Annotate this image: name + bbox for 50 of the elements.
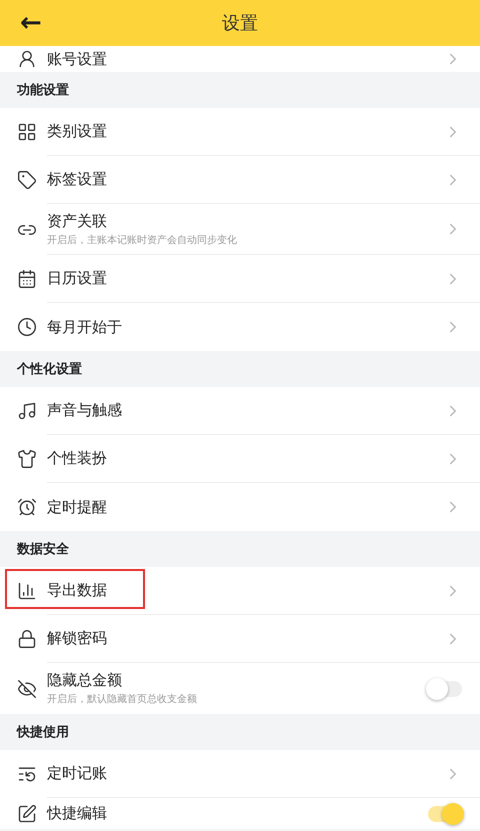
settings-row[interactable]: 隐藏总金额 开启后，默认隐藏首页总收支金额 xyxy=(0,663,480,714)
calendar-icon xyxy=(17,269,37,289)
settings-row[interactable]: 定时记账 xyxy=(0,750,480,798)
row-label: 账号设置 xyxy=(47,50,108,68)
row-label: 定时记账 xyxy=(47,764,108,783)
edit-icon xyxy=(17,804,37,824)
settings-row[interactable]: 个性装扮 xyxy=(0,435,480,483)
toggle-switch[interactable] xyxy=(428,806,462,822)
row-label: 快捷编辑 xyxy=(47,804,108,823)
row-label: 每月开始于 xyxy=(47,318,123,336)
settings-row[interactable]: 账号设置 xyxy=(0,46,480,72)
lock-icon xyxy=(17,629,37,649)
settings-row[interactable]: 导出数据 xyxy=(0,567,480,615)
row-description: 开启后，默认隐藏首页总收支金额 xyxy=(47,692,198,706)
settings-row[interactable]: 解锁密码 xyxy=(0,615,480,663)
row-label: 定时提醒 xyxy=(47,498,108,516)
settings-row[interactable]: 定时提醒 xyxy=(0,483,480,531)
row-label: 个性装扮 xyxy=(47,449,108,468)
user-icon xyxy=(17,49,37,69)
toggle-switch[interactable] xyxy=(428,680,462,696)
chart-icon xyxy=(17,581,37,601)
settings-row[interactable]: 声音与触感 xyxy=(0,387,480,435)
shirt-icon xyxy=(17,449,37,469)
alarm-clock-icon xyxy=(17,497,37,517)
settings-row[interactable]: 快捷编辑 xyxy=(0,798,480,829)
tag-icon xyxy=(17,170,37,190)
section-title: 数据安全 xyxy=(17,540,69,558)
settings-row[interactable]: 日历设置 xyxy=(0,255,480,303)
music-note-icon xyxy=(17,401,37,421)
row-label: 导出数据 xyxy=(47,581,108,600)
row-label: 解锁密码 xyxy=(47,629,108,648)
settings-row[interactable]: 标签设置 xyxy=(0,156,480,204)
settings-row[interactable]: 资产关联 开启后，主账本记账时资产会自动同步变化 xyxy=(0,204,480,255)
row-label: 标签设置 xyxy=(47,170,108,189)
row-label: 资产关联 xyxy=(47,212,108,230)
settings-row[interactable]: 类别设置 xyxy=(0,108,480,156)
page-title: 设置 xyxy=(222,12,258,35)
row-label: 类别设置 xyxy=(47,122,108,141)
section-title: 快捷使用 xyxy=(17,724,69,741)
row-label: 声音与触感 xyxy=(47,401,123,420)
row-label: 日历设置 xyxy=(47,269,108,288)
clock-icon xyxy=(17,317,37,337)
eye-off-icon xyxy=(17,678,37,698)
back-button[interactable]: ← xyxy=(14,6,48,40)
section-title: 个性化设置 xyxy=(17,361,82,378)
row-label: 隐藏总金额 xyxy=(47,671,123,690)
row-description: 开启后，主账本记账时资产会自动同步变化 xyxy=(47,234,238,246)
grid-icon xyxy=(17,122,37,142)
section-title: 功能设置 xyxy=(17,82,69,99)
settings-row[interactable]: 每月开始于 xyxy=(0,303,480,351)
